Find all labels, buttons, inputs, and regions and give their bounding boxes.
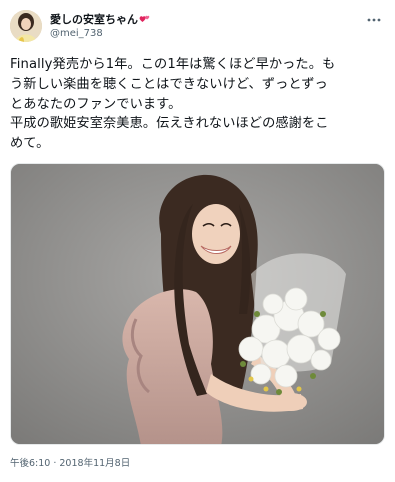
author-display-name[interactable]: 愛しの安室ちゃん <box>50 12 151 27</box>
author-handle[interactable]: @mei_738 <box>50 27 151 41</box>
more-horizontal-icon[interactable] <box>365 12 383 28</box>
tweet-header: 愛しの安室ちゃん @mei_738 <box>10 10 385 46</box>
two-hearts-icon <box>139 12 151 27</box>
tweet-photo[interactable] <box>10 163 385 445</box>
tweet-text: Finally発売から1年。この1年は驚くほど早かった。も う新しい楽曲を聴くこ… <box>10 57 336 152</box>
author-names: 愛しの安室ちゃん @mei_738 <box>50 12 151 41</box>
tweet-card: 愛しの安室ちゃん @mei_738 Finally発売から1年。この1年は驚くほ… <box>0 0 395 482</box>
display-name-text: 愛しの安室ちゃん <box>50 13 138 26</box>
avatar[interactable] <box>10 10 42 42</box>
tweet-timestamp[interactable]: 午後6:10 · 2018年11月8日 <box>10 455 130 469</box>
